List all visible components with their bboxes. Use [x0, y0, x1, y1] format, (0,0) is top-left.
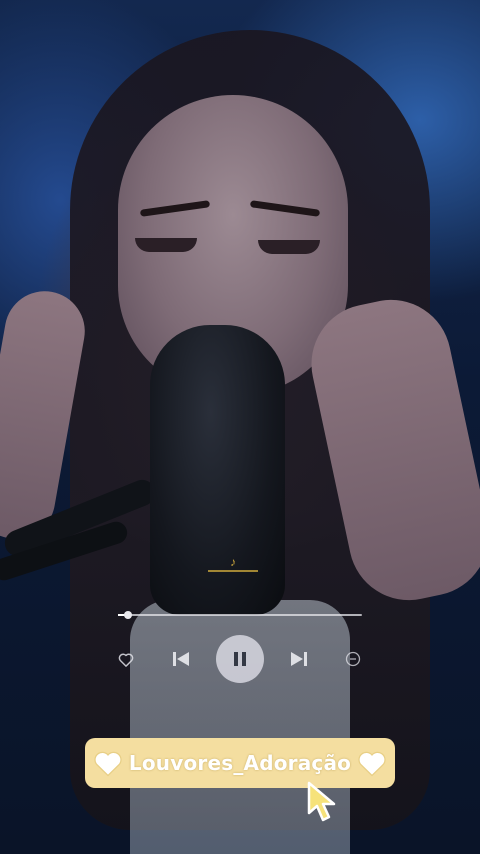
- mic-logo: ♪: [205, 556, 261, 576]
- heart-outline-icon: [118, 653, 134, 667]
- pause-icon: [234, 652, 246, 666]
- channel-badge[interactable]: Louvores_Adoração: [85, 738, 395, 788]
- skip-next-icon: [291, 652, 307, 666]
- pointer-cursor-icon: [307, 781, 336, 822]
- remove-button[interactable]: [342, 648, 364, 670]
- like-button[interactable]: [115, 648, 137, 670]
- previous-button[interactable]: [170, 648, 192, 670]
- singer-right-eye: [258, 240, 320, 254]
- progress-bar[interactable]: [118, 611, 362, 619]
- heart-icon: [358, 751, 386, 777]
- skip-previous-icon: [173, 652, 189, 666]
- heart-icon: [94, 751, 122, 777]
- next-button[interactable]: [288, 648, 310, 670]
- progress-track: [118, 614, 362, 616]
- pause-button[interactable]: [216, 635, 264, 683]
- progress-knob[interactable]: [123, 611, 132, 619]
- channel-name: Louvores_Adoração: [128, 751, 352, 775]
- singer-left-eye: [135, 238, 197, 252]
- video-frame: ♪ Louvores_Adoração: [0, 0, 480, 854]
- music-note-icon: ♪: [230, 555, 236, 569]
- minus-circle-icon: [345, 651, 361, 667]
